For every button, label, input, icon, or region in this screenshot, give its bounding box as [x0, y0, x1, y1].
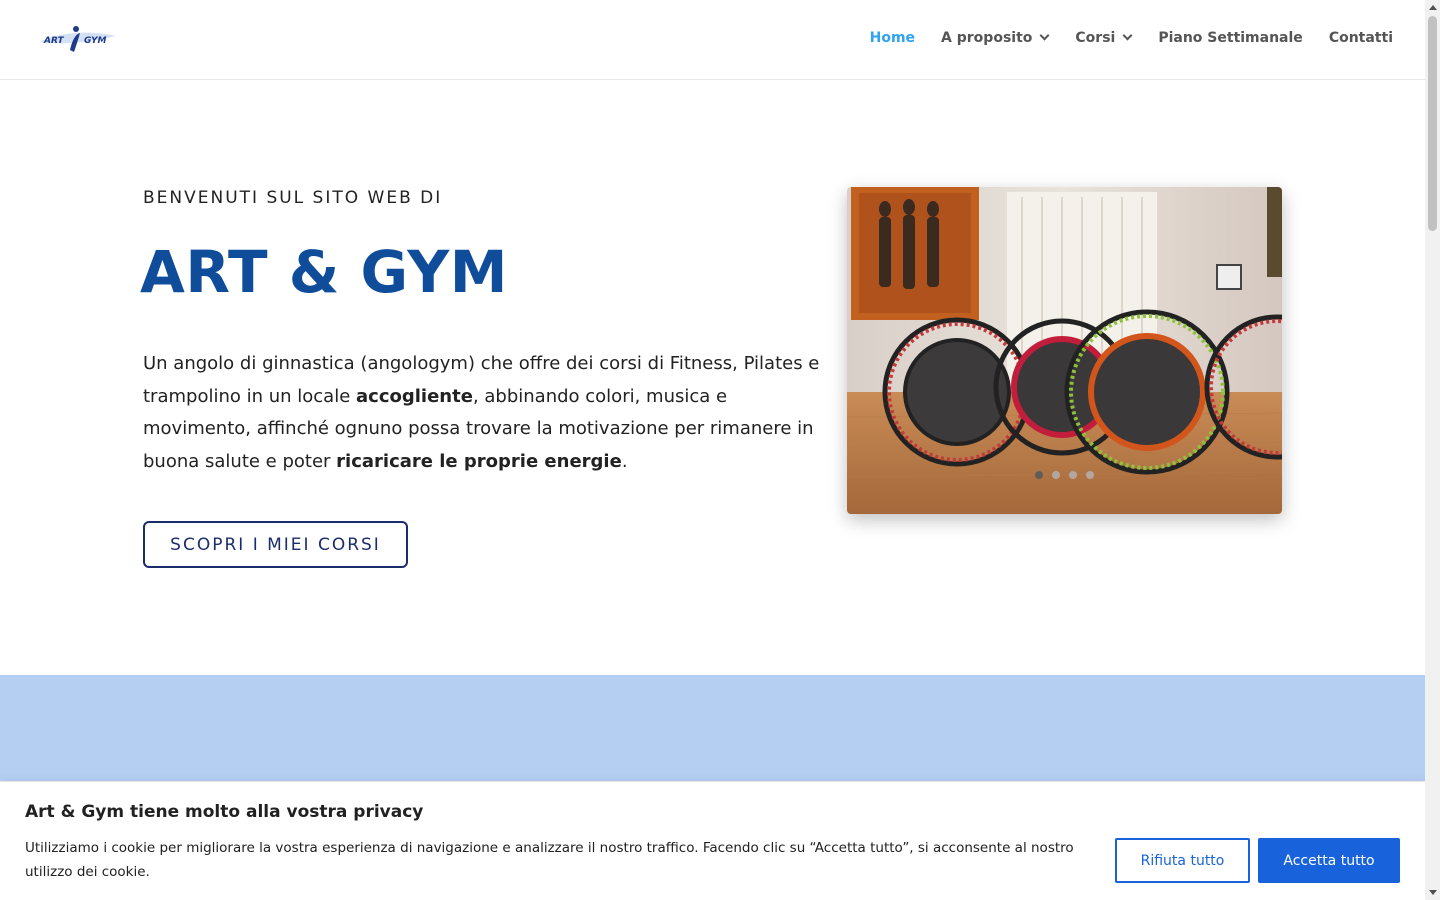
- nav-label-corsi[interactable]: Corsi: [1075, 30, 1115, 46]
- slider-dot[interactable]: [1069, 471, 1077, 479]
- chevron-down-icon: [1122, 31, 1132, 41]
- main-nav: Home A proposito Corsi Piano Settimanale…: [844, 30, 1393, 46]
- cookie-text: Utilizziamo i cookie per migliorare la v…: [25, 840, 1074, 880]
- nav-item-piano-settimanale[interactable]: Piano Settimanale: [1158, 30, 1302, 46]
- hero-description: Un angolo di ginnastica (angologym) che …: [143, 348, 823, 478]
- nav-item-contatti[interactable]: Contatti: [1329, 30, 1393, 46]
- discover-courses-button[interactable]: SCOPRI I MIEI CORSI: [143, 521, 408, 568]
- hero-text-bold: accogliente: [356, 385, 473, 407]
- nav-item-corsi[interactable]: Corsi: [1075, 30, 1132, 46]
- trampolines-photo: [847, 187, 1282, 514]
- scroll-down-icon[interactable]: [1425, 885, 1440, 900]
- slider-dot[interactable]: [1086, 471, 1094, 479]
- scrollbar-thumb[interactable]: [1428, 16, 1437, 231]
- cookie-title: Art & Gym tiene molto alla vostra privac…: [25, 802, 424, 822]
- page-scrollbar[interactable]: [1425, 0, 1440, 900]
- cookie-banner: Art & Gym tiene molto alla vostra privac…: [0, 781, 1425, 900]
- hero-text-bold: ricaricare le proprie energie: [336, 450, 622, 472]
- accept-all-button[interactable]: Accetta tutto: [1258, 838, 1400, 883]
- hero-image-slider[interactable]: [847, 187, 1282, 514]
- hero-title: ART & GYM: [140, 238, 509, 306]
- hero-kicker: BENVENUTI SUL SITO WEB DI: [143, 188, 443, 208]
- nav-label-home[interactable]: Home: [870, 30, 915, 46]
- nav-item-home[interactable]: Home: [870, 30, 915, 46]
- slider-dot[interactable]: [1035, 471, 1043, 479]
- scroll-up-icon[interactable]: [1425, 0, 1440, 15]
- nav-item-a-proposito[interactable]: A proposito: [941, 30, 1049, 46]
- logo-text-right: GYM: [84, 36, 107, 46]
- slider-dots: [847, 471, 1282, 479]
- site-header: ART GYM Home A proposito Corsi Piano Set…: [0, 0, 1425, 80]
- logo-text-left: ART: [43, 36, 64, 46]
- nav-label-contatti[interactable]: Contatti: [1329, 30, 1393, 46]
- slider-dot[interactable]: [1052, 471, 1060, 479]
- site-logo[interactable]: ART GYM: [38, 20, 118, 56]
- nav-label-a-proposito[interactable]: A proposito: [941, 30, 1032, 46]
- chevron-down-icon: [1039, 31, 1049, 41]
- hero-text-part: .: [621, 450, 628, 472]
- reject-all-button[interactable]: Rifiuta tutto: [1115, 838, 1250, 883]
- nav-label-piano-settimanale[interactable]: Piano Settimanale: [1158, 30, 1302, 46]
